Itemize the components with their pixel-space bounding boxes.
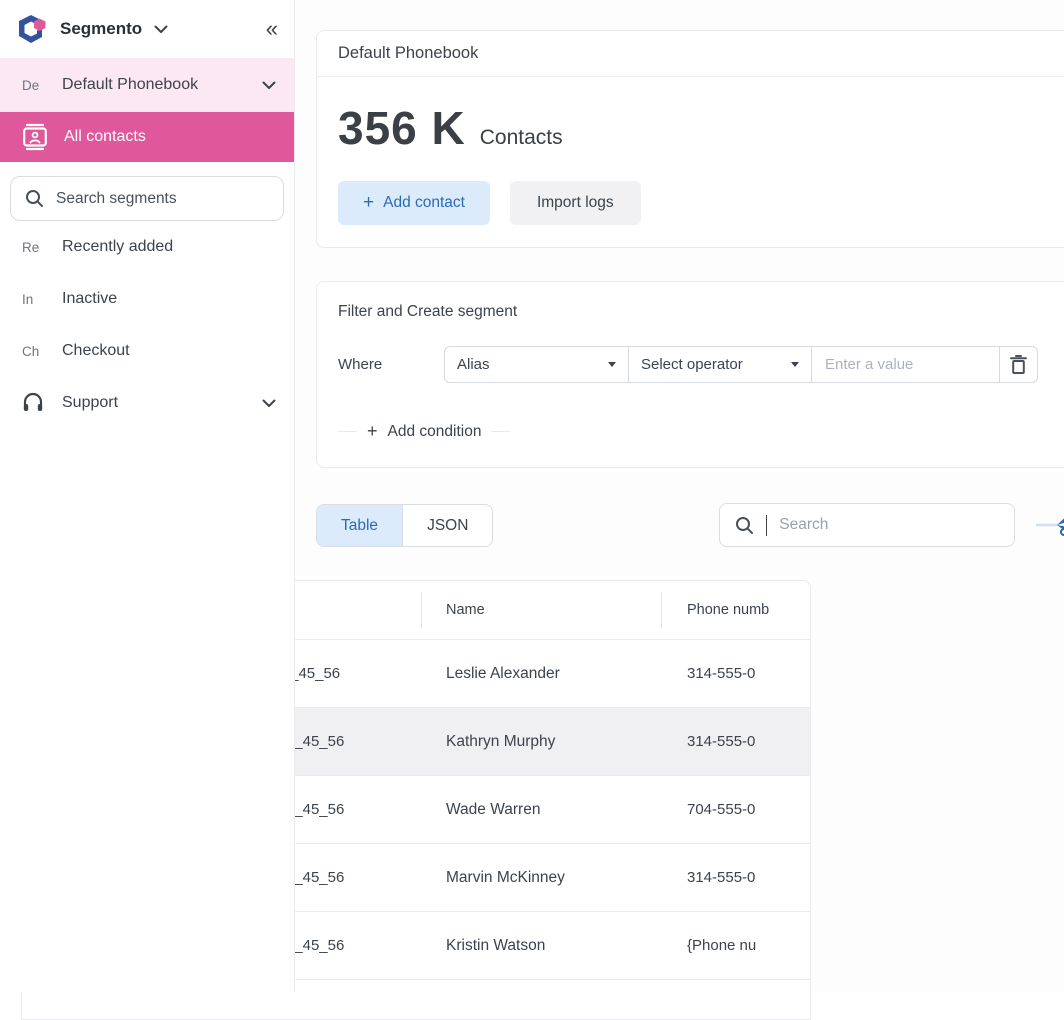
chevron-down-icon bbox=[608, 362, 616, 367]
contacts-count: 356 K bbox=[338, 101, 466, 155]
phonebook-summary-card: Default Phonebook 356 K Contacts + Add c… bbox=[316, 30, 1064, 248]
sidebar-item-recently-added[interactable]: Re Recently added bbox=[0, 221, 294, 273]
all-contacts-label: All contacts bbox=[64, 128, 146, 146]
cell-name: Wade Warren bbox=[421, 801, 661, 819]
sidebar-item-all-contacts[interactable]: All contacts bbox=[0, 112, 294, 162]
item-label: Checkout bbox=[62, 342, 130, 360]
cell-phone: 314-555-0 bbox=[661, 733, 810, 750]
operator-select[interactable]: Select operator bbox=[628, 347, 811, 382]
where-label: Where bbox=[338, 356, 444, 373]
cell-name: Kathryn Murphy bbox=[421, 733, 661, 751]
cell-phone: 314-555-0 bbox=[661, 869, 810, 886]
cell-phone: 314-555-0 bbox=[661, 665, 810, 682]
sidebar-item-checkout[interactable]: Ch Checkout bbox=[0, 325, 294, 377]
add-condition-label: Add condition bbox=[388, 423, 482, 441]
item-initials: In bbox=[22, 292, 52, 307]
segment-search-box[interactable] bbox=[10, 176, 284, 221]
support-label: Support bbox=[62, 394, 118, 412]
plus-icon: + bbox=[363, 192, 374, 214]
divider-line bbox=[338, 431, 357, 432]
field-select[interactable]: Alias bbox=[445, 347, 628, 382]
cell-phone: 704-555-0 bbox=[661, 801, 810, 818]
tab-json[interactable]: JSON bbox=[402, 505, 492, 546]
item-initials: Ch bbox=[22, 344, 52, 359]
value-field-wrap bbox=[811, 347, 999, 382]
plus-icon: + bbox=[367, 421, 378, 442]
sidebar-item-inactive[interactable]: In Inactive bbox=[0, 273, 294, 325]
trash-icon bbox=[1010, 355, 1027, 374]
contact-card-icon bbox=[22, 123, 48, 151]
filter-card: Filter and Create segment Where Alias Se… bbox=[316, 281, 1064, 468]
contacts-count-label: Contacts bbox=[480, 126, 563, 150]
headphones-icon bbox=[22, 392, 52, 414]
brand-name: Segmento bbox=[60, 19, 142, 39]
sidebar-item-support[interactable]: Support bbox=[0, 377, 294, 429]
column-header-name[interactable]: Name bbox=[421, 602, 661, 618]
value-field[interactable] bbox=[812, 347, 999, 382]
view-tabs: Table JSON bbox=[316, 504, 493, 547]
divider-line bbox=[491, 431, 510, 432]
brand-chevron-down-icon[interactable] bbox=[154, 25, 168, 34]
segment-search-input[interactable] bbox=[56, 190, 269, 208]
support-chevron-down-icon[interactable] bbox=[262, 399, 276, 408]
add-contact-button[interactable]: + Add contact bbox=[338, 181, 490, 225]
search-icon bbox=[25, 189, 44, 208]
condition-group: Alias Select operator bbox=[444, 346, 1038, 383]
segmento-logo-icon bbox=[16, 12, 50, 46]
page-title: Default Phonebook bbox=[338, 44, 478, 63]
phonebook-chevron-down-icon[interactable] bbox=[262, 81, 276, 90]
import-logs-label: Import logs bbox=[537, 194, 614, 212]
text-cursor bbox=[766, 515, 767, 536]
search-icon bbox=[735, 516, 754, 535]
phonebook-label: Default Phonebook bbox=[62, 76, 198, 94]
table-search-input[interactable] bbox=[779, 516, 999, 534]
cell-phone: {Phone nu bbox=[661, 937, 810, 954]
brand-row: Segmento « bbox=[0, 0, 294, 58]
item-initials: Re bbox=[22, 240, 52, 255]
filter-card-title: Filter and Create segment bbox=[338, 303, 1064, 321]
tab-table[interactable]: Table bbox=[317, 505, 402, 546]
add-condition-button[interactable]: + Add condition bbox=[338, 421, 1064, 442]
column-divider bbox=[661, 592, 662, 628]
phonebook-initials: De bbox=[22, 78, 52, 93]
cell-name: Marvin McKinney bbox=[421, 869, 661, 887]
sidebar-collapse-icon[interactable]: « bbox=[266, 18, 278, 40]
item-label: Recently added bbox=[62, 238, 173, 256]
add-contact-label: Add contact bbox=[383, 194, 465, 212]
field-select-value: Alias bbox=[457, 356, 490, 373]
chevron-down-icon bbox=[791, 362, 799, 367]
operator-select-value: Select operator bbox=[641, 356, 743, 373]
delete-condition-button[interactable] bbox=[999, 347, 1037, 382]
import-logs-button[interactable]: Import logs bbox=[510, 181, 641, 225]
sidebar: Segmento « De Default Phonebook All cont… bbox=[0, 0, 295, 992]
column-header-phone[interactable]: Phone numb bbox=[661, 602, 810, 618]
cell-name: Kristin Watson bbox=[421, 937, 661, 955]
cell-name: Leslie Alexander bbox=[421, 665, 661, 683]
column-divider bbox=[421, 592, 422, 628]
scissors-icon[interactable] bbox=[1036, 511, 1064, 541]
item-label: Inactive bbox=[62, 290, 117, 308]
sidebar-item-default-phonebook[interactable]: De Default Phonebook bbox=[0, 58, 294, 112]
table-search-box[interactable] bbox=[719, 503, 1015, 547]
